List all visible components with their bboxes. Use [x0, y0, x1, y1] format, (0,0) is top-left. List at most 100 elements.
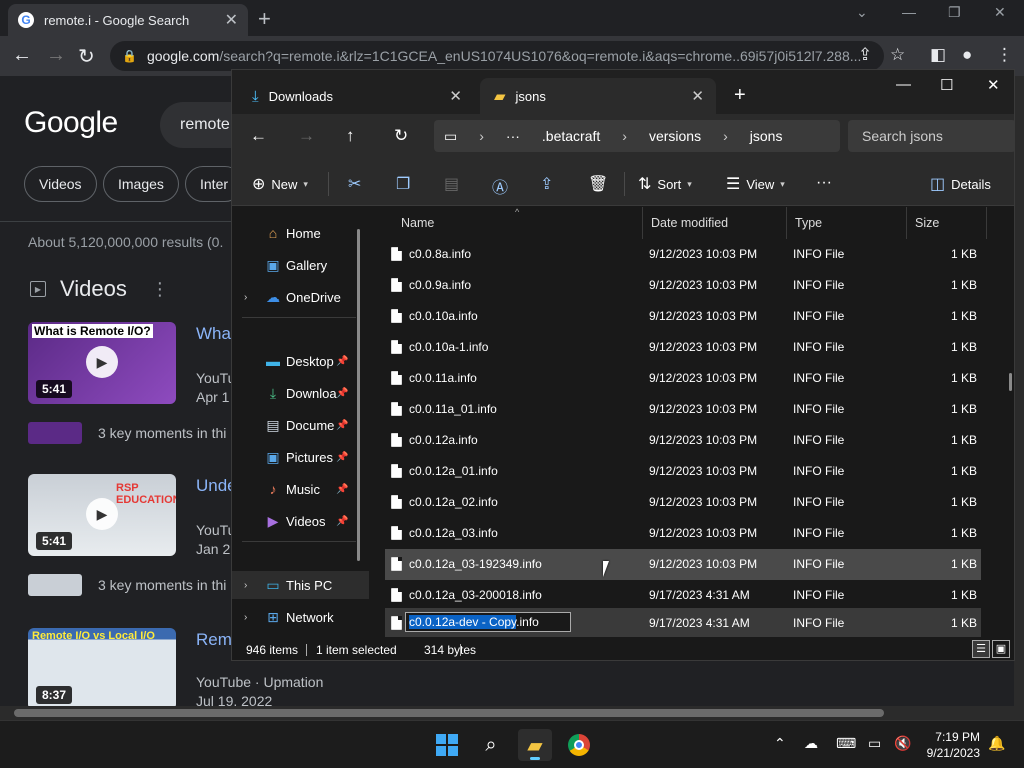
share-icon[interactable]: ⇪ [858, 45, 872, 65]
column-date-modified[interactable]: Date modified [643, 207, 787, 239]
new-tab-icon[interactable]: + [258, 6, 271, 32]
up-arrow-icon[interactable]: ↑ [346, 126, 355, 146]
side-panel-icon[interactable]: ◧ [930, 45, 946, 65]
sort-button[interactable]: ⇅ Sort ▾ [638, 174, 692, 194]
breadcrumb-item[interactable]: .betacraft [542, 128, 600, 144]
nav-item-music[interactable]: ♪ Music 📌 [232, 475, 369, 503]
explorer-tab-downloads[interactable]: ⤓ Downloads ✕ [238, 78, 474, 114]
more-crumbs-icon[interactable]: ··· [506, 128, 520, 144]
show-hidden-icons-icon[interactable]: ⌃ [774, 735, 786, 752]
chrome-tab[interactable]: G remote.i - Google Search ✕ [8, 4, 248, 36]
display-icon[interactable]: ▭ [868, 735, 881, 752]
pin-icon[interactable]: 📌 [336, 484, 348, 495]
search-icon[interactable]: ⌕ [474, 729, 508, 761]
breadcrumb[interactable]: ▭ › ··· .betacraft › versions › jsons [434, 120, 840, 152]
file-row[interactable]: c0.0.9a.info 9/12/2023 10:03 PM INFO File 1… [385, 270, 981, 301]
nav-item-network[interactable]: › ⊞ Network [232, 603, 369, 631]
chevron-right-icon[interactable]: › [479, 128, 484, 144]
chrome-icon[interactable] [562, 729, 596, 761]
file-row[interactable]: c0.0.12a_03-200018.info 9/17/2023 4:31 AM… [385, 580, 981, 611]
minimize-icon[interactable]: — [896, 76, 911, 93]
file-explorer-icon[interactable]: ▰ [518, 729, 552, 761]
file-row[interactable]: c0.0.10a-1.info 9/12/2023 10:03 PM INFO Fi… [385, 332, 981, 363]
start-button[interactable] [430, 729, 464, 761]
file-row[interactable]: c0.0.12a_03-192349.info 9/12/2023 10:03 P… [385, 549, 981, 580]
nav-item-documents[interactable]: ▤ Docume 📌 [232, 411, 369, 439]
close-window-icon[interactable]: ✕ [994, 4, 1006, 21]
column-type[interactable]: Type [787, 207, 907, 239]
pin-icon[interactable]: 📌 [336, 452, 348, 463]
close-tab-icon[interactable]: ✕ [225, 10, 238, 30]
chevron-right-icon[interactable]: › [723, 128, 728, 144]
refresh-icon[interactable]: ↻ [394, 126, 408, 146]
details-button[interactable]: ◫ Details [930, 174, 991, 194]
rename-input[interactable]: c0.0.12a-dev - Copy.info [405, 612, 571, 632]
more-options-button[interactable]: ··· [816, 174, 838, 192]
large-icons-view-icon[interactable]: ▣ [992, 640, 1010, 658]
filter-chip-videos[interactable]: Videos [24, 166, 97, 202]
nav-item-pictures[interactable]: ▣ Pictures 📌 [232, 443, 369, 471]
file-row-renaming[interactable]: c0.0.12a-dev - Copy.info 9/17/2023 4:31 … [385, 608, 981, 637]
reload-icon[interactable]: ↻ [78, 44, 95, 69]
nav-item-onedrive[interactable]: › ☁ OneDrive [232, 283, 369, 311]
nav-item-home[interactable]: ⌂ Home [232, 219, 369, 247]
nav-scrollbar[interactable] [357, 229, 360, 561]
nav-item-desktop[interactable]: ▬ Desktop 📌 [232, 347, 369, 375]
close-window-icon[interactable]: ✕ [987, 76, 1000, 94]
chevron-right-icon[interactable]: › [244, 580, 247, 591]
volume-muted-icon[interactable]: 🔇 [894, 735, 911, 752]
page-horizontal-scrollbar[interactable] [0, 706, 1024, 720]
back-arrow-icon[interactable]: ← [250, 126, 267, 146]
video-thumbnail[interactable]: Remote I/O vs Local I/O 8:37 [28, 628, 176, 706]
new-tab-icon[interactable]: + [734, 84, 746, 107]
file-row[interactable]: c0.0.10a.info 9/12/2023 10:03 PM INFO File… [385, 301, 981, 332]
nav-item-videos[interactable]: ▶ Videos 📌 [232, 507, 369, 535]
address-bar[interactable]: 🔒 google.com /search?q=remote.i&rlz=1C1G… [110, 41, 884, 71]
chrome-menu-icon[interactable]: ⋮ [996, 45, 1013, 65]
new-button[interactable]: ⊕ New ▾ [252, 174, 308, 194]
video-title[interactable]: What [196, 324, 236, 344]
minimize-icon[interactable]: — [902, 4, 916, 20]
system-clock[interactable]: 7:19 PM 9/21/2023 [918, 729, 980, 761]
chevron-right-icon[interactable]: › [244, 612, 247, 623]
rename-button[interactable]: Ⓐ [492, 174, 514, 198]
chevron-down-icon[interactable]: ⌄ [856, 4, 868, 21]
forward-arrow-icon[interactable]: → [46, 44, 66, 67]
copy-button[interactable]: ❐ [396, 174, 416, 194]
video-thumbnail[interactable]: What is Remote I/O? ▶ 5:41 [28, 322, 176, 404]
key-moments-link[interactable]: 3 key moments in thi [98, 577, 226, 593]
explorer-tab-jsons[interactable]: ▰ jsons ✕ [480, 78, 716, 114]
pin-icon[interactable]: 📌 [336, 356, 348, 367]
view-button[interactable]: ☰ View ▾ [726, 174, 785, 194]
play-icon[interactable]: ▶ [86, 346, 118, 378]
key-moments-link[interactable]: 3 key moments in thi [98, 425, 226, 441]
file-row[interactable]: c0.0.12a_03.info 9/12/2023 10:03 PM INFO F… [385, 518, 981, 549]
onedrive-tray-icon[interactable]: ☁ [804, 735, 818, 752]
chevron-right-icon[interactable]: › [244, 292, 247, 303]
more-options-icon[interactable]: ⋮ [151, 279, 169, 300]
play-icon[interactable]: ▶ [86, 498, 118, 530]
back-arrow-icon[interactable]: ← [12, 44, 32, 67]
video-title[interactable]: Rem [196, 630, 232, 650]
delete-button[interactable]: 🗑 [588, 174, 614, 194]
close-tab-icon[interactable]: ✕ [449, 87, 462, 105]
share-button[interactable]: ⇪ [540, 174, 559, 194]
pin-icon[interactable]: 📌 [336, 420, 348, 431]
column-size[interactable]: Size [907, 207, 987, 239]
maximize-icon[interactable]: ☐ [940, 76, 953, 94]
file-row[interactable]: c0.0.12a_01.info 9/12/2023 10:03 PM INFO F… [385, 456, 981, 487]
details-view-icon[interactable]: ☰ [972, 640, 990, 658]
file-list-scrollbar[interactable] [1006, 207, 1014, 637]
google-logo[interactable]: Google [24, 106, 118, 140]
breadcrumb-item[interactable]: versions [649, 128, 701, 144]
file-row[interactable]: c0.0.11a_01.info 9/12/2023 10:03 PM INFO F… [385, 394, 981, 425]
file-row[interactable]: c0.0.12a.info 9/12/2023 10:03 PM INFO File… [385, 425, 981, 456]
profile-icon[interactable]: ● [962, 45, 972, 65]
key-moments-thumbnail[interactable] [28, 574, 82, 596]
restore-icon[interactable]: ❐ [948, 4, 961, 21]
close-tab-icon[interactable]: ✕ [691, 87, 704, 105]
paste-button[interactable]: ▤ [444, 174, 465, 194]
scrollbar-thumb[interactable] [14, 709, 884, 717]
filter-chip-images[interactable]: Images [103, 166, 179, 202]
this-pc-icon[interactable]: ▭ [444, 128, 457, 145]
